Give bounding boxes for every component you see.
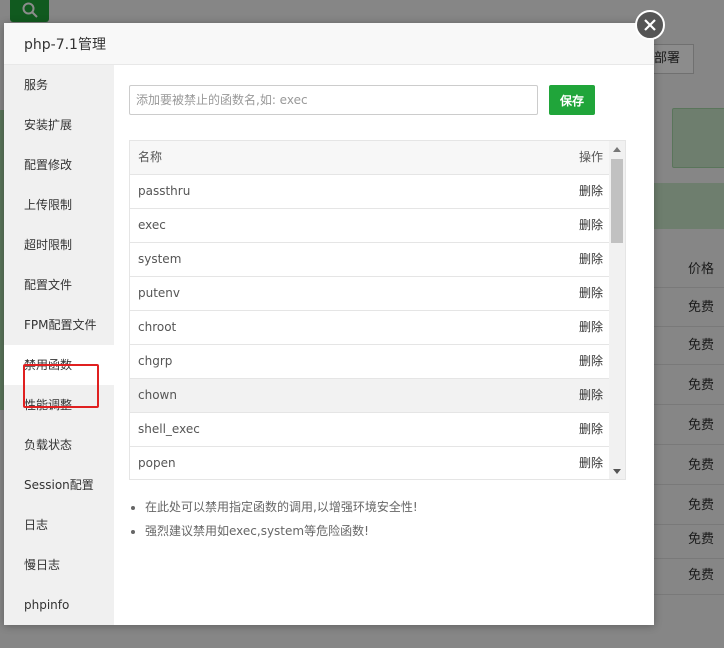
sidebar-item-upload-limit[interactable]: 上传限制: [4, 185, 114, 225]
sidebar-item-load-status[interactable]: 负载状态: [4, 425, 114, 465]
sidebar-item-config-modify[interactable]: 配置修改: [4, 145, 114, 185]
table-row: exec 删除: [130, 209, 625, 243]
modal-title: php-7.1管理: [24, 37, 106, 53]
function-name: shell_exec: [138, 422, 200, 436]
delete-link[interactable]: 删除: [579, 311, 603, 344]
function-name: passthru: [138, 184, 191, 198]
scroll-down-arrow-icon[interactable]: [613, 469, 621, 474]
function-name: popen: [138, 456, 176, 470]
delete-link[interactable]: 删除: [579, 175, 603, 208]
function-name: exec: [138, 218, 166, 232]
delete-link[interactable]: 删除: [579, 277, 603, 310]
table-row: chroot 删除: [130, 311, 625, 345]
scrollbar-thumb[interactable]: [611, 159, 623, 243]
function-name: putenv: [138, 286, 181, 300]
table-row: popen 删除: [130, 447, 625, 479]
disabled-functions-table: 名称 操作 passthru 删除 exec 删除 system 删除 putenv 删…: [129, 140, 626, 480]
function-name: chroot: [138, 320, 177, 334]
sidebar-item-disabled-functions[interactable]: 禁用函数: [4, 345, 114, 385]
close-button[interactable]: [635, 10, 665, 40]
table-row: putenv 删除: [130, 277, 625, 311]
function-name: system: [138, 252, 182, 266]
function-name: chgrp: [138, 354, 173, 368]
delete-link[interactable]: 删除: [579, 345, 603, 378]
sidebar-item-service[interactable]: 服务: [4, 65, 114, 105]
function-name-input[interactable]: [129, 85, 538, 115]
table-row: chgrp 删除: [130, 345, 625, 379]
table-scrollbar[interactable]: [609, 141, 625, 479]
delete-link[interactable]: 删除: [579, 379, 603, 412]
sidebar-item-fpm-config-file[interactable]: FPM配置文件: [4, 305, 114, 345]
scroll-up-arrow-icon[interactable]: [613, 147, 621, 152]
delete-link[interactable]: 删除: [579, 413, 603, 446]
sidebar-item-config-file[interactable]: 配置文件: [4, 265, 114, 305]
column-header-name: 名称: [138, 150, 163, 164]
sidebar-item-install-extension[interactable]: 安装扩展: [4, 105, 114, 145]
delete-link[interactable]: 删除: [579, 209, 603, 242]
modal-sidebar: 服务 安装扩展 配置修改 上传限制 超时限制 配置文件 FPM配置文件 禁用函数…: [4, 65, 114, 625]
save-button[interactable]: 保存: [549, 85, 595, 115]
table-row: passthru 删除: [130, 175, 625, 209]
table-row: chown 删除: [130, 379, 625, 413]
sidebar-item-session-config[interactable]: Session配置: [4, 465, 114, 505]
php-manager-modal: php-7.1管理 服务 安装扩展 配置修改 上传限制 超时限制 配置文件 FP…: [4, 23, 654, 625]
disabled-functions-panel: 保存 名称 操作 passthru 删除 exec 删除 system 删除 pute…: [114, 65, 654, 625]
tip-item: 在此处可以禁用指定函数的调用,以增强环境安全性!: [145, 495, 418, 519]
delete-link[interactable]: 删除: [579, 243, 603, 276]
table-row: system 删除: [130, 243, 625, 277]
sidebar-item-performance-tuning[interactable]: 性能调整: [4, 385, 114, 425]
sidebar-item-timeout-limit[interactable]: 超时限制: [4, 225, 114, 265]
modal-header: php-7.1管理: [4, 23, 654, 65]
sidebar-item-log[interactable]: 日志: [4, 505, 114, 545]
delete-link[interactable]: 删除: [579, 447, 603, 479]
sidebar-item-phpinfo[interactable]: phpinfo: [4, 585, 114, 625]
table-header: 名称 操作: [130, 141, 625, 175]
tips-list: 在此处可以禁用指定函数的调用,以增强环境安全性! 强烈建议禁用如exec,sys…: [130, 495, 418, 543]
tip-item: 强烈建议禁用如exec,system等危险函数!: [145, 519, 418, 543]
close-icon: [644, 19, 656, 31]
column-header-action: 操作: [578, 150, 603, 164]
sidebar-item-slow-log[interactable]: 慢日志: [4, 545, 114, 585]
table-row: shell_exec 删除: [130, 413, 625, 447]
function-name: chown: [138, 388, 177, 402]
